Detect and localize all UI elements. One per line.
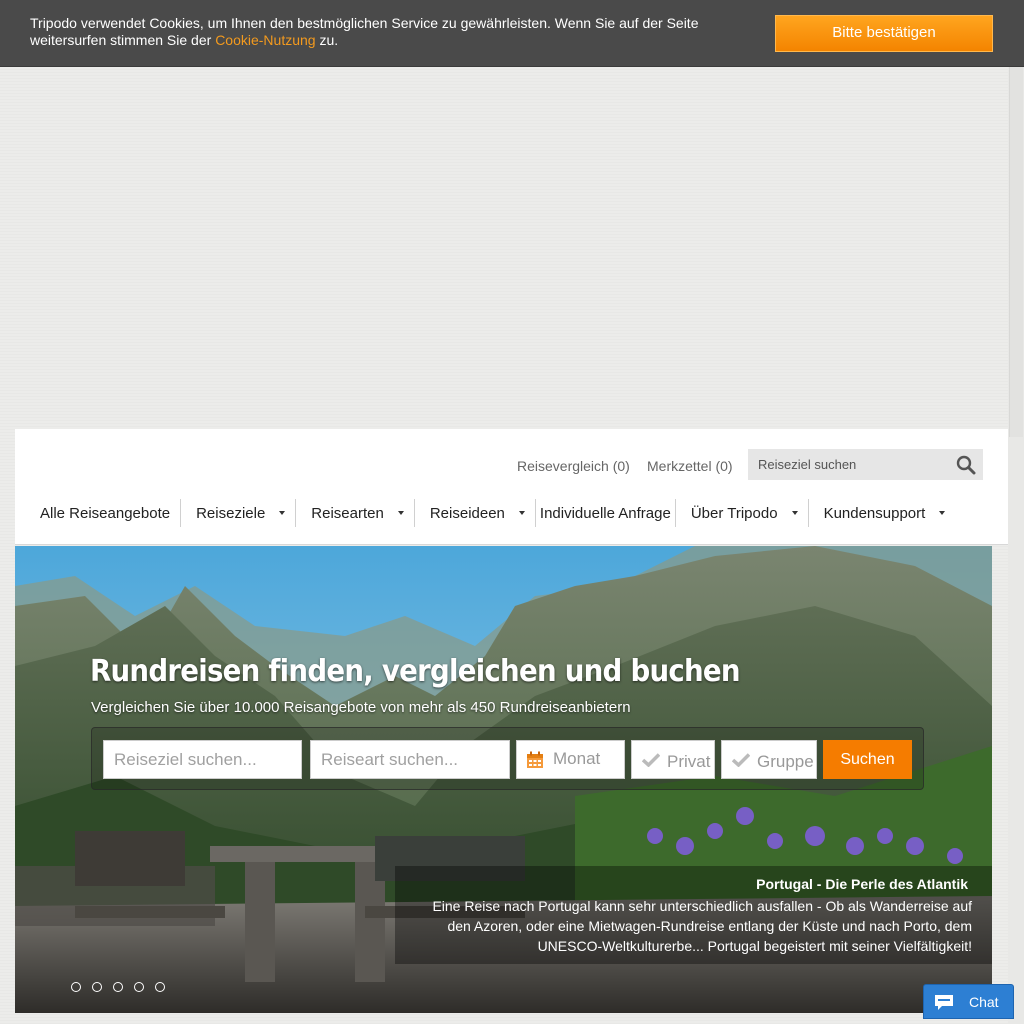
hero-title: Rundreisen finden, vergleichen und buche… <box>90 654 741 689</box>
chat-label: Chat <box>969 994 999 1010</box>
site-header: Reisevergleich (0) Merkzettel (0) Alle R… <box>15 429 1008 545</box>
caret-down-icon <box>791 511 798 515</box>
slide-dot[interactable] <box>92 982 102 992</box>
nav-label: Alle Reiseangebote <box>40 504 171 522</box>
main-navigation: Alle Reiseangebote Reiseziele Reisearten… <box>30 499 955 531</box>
cookie-message: Tripodo verwendet Cookies, um Ihnen den … <box>30 15 730 49</box>
cookie-banner: Tripodo verwendet Cookies, um Ihnen den … <box>0 0 1024 67</box>
trip-search-form: Monat Privat Gruppe Suchen <box>91 727 924 790</box>
nav-item-about[interactable]: Über Tripodo <box>676 499 809 527</box>
calendar-icon <box>527 751 543 768</box>
search-icon[interactable] <box>956 455 976 475</box>
nav-item-travel-ideas[interactable]: Reiseideen <box>415 499 536 527</box>
private-label: Privat <box>667 752 711 771</box>
slide-dot[interactable] <box>155 982 165 992</box>
cookie-text-end: zu. <box>315 32 339 48</box>
caret-down-icon <box>397 511 404 515</box>
group-label: Gruppe <box>757 752 814 771</box>
slide-dot[interactable] <box>71 982 81 992</box>
private-toggle[interactable]: Privat <box>631 740 715 779</box>
slide-dot[interactable] <box>113 982 123 992</box>
caption-text: Eine Reise nach Portugal kann sehr unter… <box>432 898 972 954</box>
group-toggle[interactable]: Gruppe <box>721 740 817 779</box>
chat-button[interactable]: Chat <box>923 984 1014 1019</box>
chat-bubble-icon <box>935 995 953 1010</box>
nav-item-support[interactable]: Kundensupport <box>809 499 956 527</box>
travel-type-input[interactable] <box>310 740 510 779</box>
search-submit-button[interactable]: Suchen <box>823 740 912 779</box>
header-search-input[interactable] <box>748 449 948 480</box>
slide-dot[interactable] <box>134 982 144 992</box>
header-search <box>748 449 983 480</box>
nav-item-individual-request[interactable]: Individuelle Anfrage <box>536 499 676 527</box>
nav-item-travel-types[interactable]: Reisearten <box>296 499 415 527</box>
caret-down-icon <box>939 511 946 515</box>
caret-down-icon <box>518 511 525 515</box>
cookie-accept-button[interactable]: Bitte bestätigen <box>775 15 993 52</box>
nav-item-destinations[interactable]: Reiseziele <box>181 499 297 527</box>
hero-subtitle: Vergleichen Sie über 10.000 Reisangebote… <box>91 699 631 716</box>
month-picker[interactable]: Monat <box>516 740 625 779</box>
scrollbar-thumb[interactable] <box>1009 67 1023 437</box>
nav-label: Reiseideen <box>429 504 505 522</box>
wishlist-link[interactable]: Merkzettel (0) <box>647 458 733 474</box>
month-label: Monat <box>553 749 601 768</box>
nav-label: Reiseziele <box>196 504 266 522</box>
slider-pagination <box>71 982 176 992</box>
checkmark-icon <box>732 753 750 767</box>
nav-label: Reisearten <box>311 504 384 522</box>
slide-caption: Portugal - Die Perle des Atlantik Eine R… <box>395 866 992 964</box>
compare-link[interactable]: Reisevergleich (0) <box>517 458 630 474</box>
caption-title: Portugal - Die Perle des Atlantik <box>756 876 968 892</box>
cookie-policy-link[interactable]: Cookie-Nutzung <box>215 32 315 48</box>
destination-input[interactable] <box>103 740 302 779</box>
caret-down-icon <box>279 511 286 515</box>
nav-label: Über Tripodo <box>690 504 778 522</box>
hero-slider: Rundreisen finden, vergleichen und buche… <box>15 546 992 1013</box>
checkmark-icon <box>642 753 660 767</box>
nav-item-all-offers[interactable]: Alle Reiseangebote <box>30 499 182 527</box>
cookie-text-start: Tripodo verwendet Cookies, um Ihnen den … <box>30 15 699 48</box>
nav-label: Kundensupport <box>823 504 926 522</box>
nav-label: Individuelle Anfrage <box>539 504 671 522</box>
